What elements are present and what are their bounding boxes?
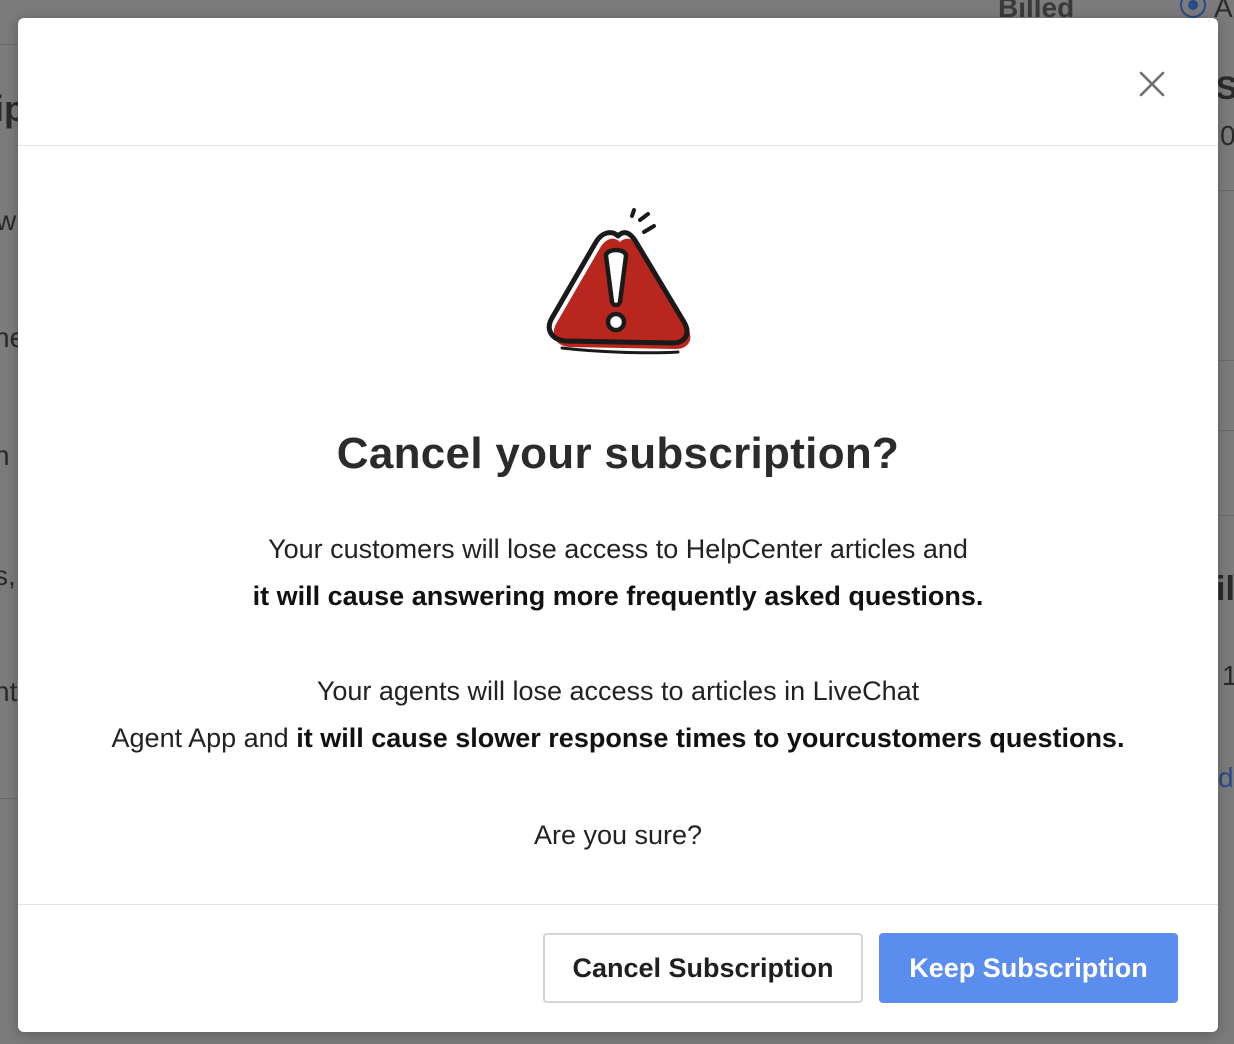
- confirm-question: Are you sure?: [533, 820, 703, 850]
- bg-fragment: nt: [0, 676, 18, 707]
- bg-fragment: il: [1216, 570, 1234, 608]
- bg-divider: [1218, 360, 1234, 361]
- agents-impact-text: Your agents will lose access to articles…: [18, 668, 1218, 762]
- bg-divider: [1218, 515, 1234, 516]
- dialog-body: Cancel your subscription? Your customers…: [18, 146, 1218, 904]
- keep-subscription-button[interactable]: Keep Subscription: [879, 933, 1178, 1003]
- bg-divider: [1218, 430, 1234, 431]
- bg-fragment: 0: [1220, 120, 1234, 151]
- cancel-subscription-button[interactable]: Cancel Subscription: [543, 933, 863, 1003]
- bg-divider: [0, 798, 18, 799]
- bg-radio-selected: [1180, 0, 1206, 18]
- bg-fragment: w: [0, 205, 17, 236]
- customers-impact-emphasis: it will cause answering more frequently …: [252, 581, 984, 611]
- dialog-title: Cancel your subscription?: [336, 429, 900, 478]
- customers-impact-text: Your customers will lose access to HelpC…: [18, 526, 1218, 620]
- cancel-subscription-dialog: Cancel your subscription? Your customers…: [18, 18, 1218, 1032]
- agents-impact-emphasis: it will cause slower response times to y…: [296, 723, 1125, 753]
- dialog-header: [18, 18, 1218, 146]
- agents-impact-prefix: Agent App and: [111, 723, 297, 753]
- close-icon: [1139, 71, 1165, 97]
- close-button[interactable]: [1134, 66, 1170, 102]
- bg-fragment: d: [1218, 762, 1234, 793]
- bg-divider: [0, 44, 18, 45]
- bg-fragment: s,: [0, 560, 16, 591]
- warning-triangle-icon: [546, 208, 691, 355]
- dialog-footer: Cancel Subscription Keep Subscription: [18, 904, 1218, 1033]
- bg-divider: [1218, 190, 1234, 191]
- customers-impact-line: Your customers will lose access to HelpC…: [268, 534, 968, 564]
- bg-fragment: Su: [1216, 70, 1234, 106]
- agents-impact-line: Your agents will lose access to articles…: [316, 676, 920, 706]
- bg-fragment: 1: [1222, 660, 1234, 691]
